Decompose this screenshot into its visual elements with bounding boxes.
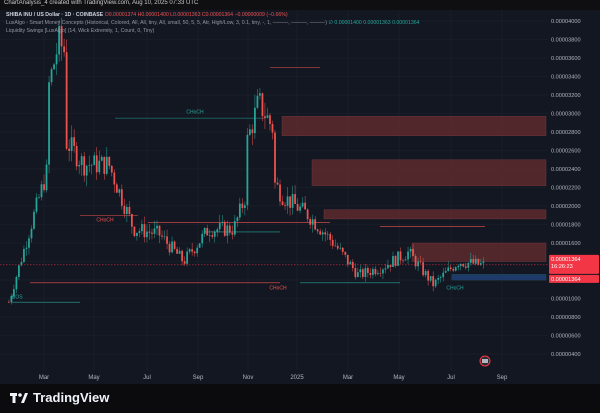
secondary-price-tag: 0.00001364 <box>549 274 599 283</box>
time-tick-label: Mar <box>343 375 353 381</box>
legend-symbol-row: SHIBA INU / US Dollar · 1D · COINBASE O0… <box>6 12 288 18</box>
time-tick-label: Mar <box>39 375 49 381</box>
choch-label: CHoCH <box>96 218 114 224</box>
current-price-tag: 0.0000136416:26:23 <box>549 254 599 274</box>
candle[interactable] <box>394 254 397 268</box>
choch-label: CHoCH <box>446 285 464 291</box>
secondary-price-value: 0.00001364 <box>551 277 581 283</box>
time-tick-label: Nov <box>243 375 254 381</box>
price-axis[interactable]: 0.00004000 0.00003800 0.00003600 0.00003400… <box>548 10 600 370</box>
indicator-smc-label: LuxAlgo - Smart Money Concepts (Historic… <box>6 20 327 26</box>
choch-label: CHoCH <box>269 285 287 291</box>
candle[interactable] <box>48 76 50 174</box>
candle[interactable] <box>173 240 176 251</box>
price-tick-label: 0.00003600 <box>551 56 581 62</box>
candle[interactable] <box>133 226 136 238</box>
candle[interactable] <box>397 251 399 266</box>
time-tick-label: 2025 <box>290 375 304 381</box>
supply-zone[interactable] <box>411 242 547 262</box>
price-tick-label: 0.00001800 <box>551 223 581 229</box>
time-tick-label: Jul <box>143 375 151 381</box>
candle[interactable] <box>33 209 35 231</box>
price-tick-label: 0.00003400 <box>551 75 581 81</box>
go-to-realtime-icon[interactable] <box>479 355 491 367</box>
time-tick-label: Jul <box>447 375 455 381</box>
price-tick-label: 0.00002600 <box>551 149 581 155</box>
price-tick-label: 0.00002200 <box>551 186 581 192</box>
ohlc-values: O0.00001374 H0.00001400 L0.00001363 C0.0… <box>104 12 288 18</box>
price-tick-label: 0.00003000 <box>551 112 581 118</box>
header-bar: ChartAnalysis_4 created with TradingView… <box>0 0 600 10</box>
legend-indicator-2[interactable]: Liquidity Swings [LuxAlgo] (14, Wick Ext… <box>6 28 154 34</box>
candle[interactable] <box>65 39 68 151</box>
indicator-liquidity-label: Liquidity Swings [LuxAlgo] (14, Wick Ext… <box>6 28 155 34</box>
legend-indicator-1[interactable]: LuxAlgo - Smart Money Concepts (Historic… <box>6 20 419 26</box>
brand-name: TradingView <box>33 390 110 405</box>
price-tick-label: 0.00000800 <box>551 315 581 321</box>
indicator-smc-values: ∅ 0.00001400 0.00001363 0.00001364 <box>328 20 420 26</box>
time-tick-label: May <box>393 375 404 381</box>
tradingview-logo[interactable]: TradingView <box>10 390 109 405</box>
current-price-value: 0.00001364 <box>551 257 581 263</box>
symbol-label[interactable]: SHIBA INU / US Dollar · 1D · COINBASE <box>6 12 103 18</box>
candle[interactable] <box>198 243 201 249</box>
price-chart[interactable]: CHoCH CHoCH CHoCH CHoCH BOS <box>0 10 548 370</box>
countdown-timer: 16:26:23 <box>551 264 573 270</box>
price-tick-label: 0.00004000 <box>551 19 581 25</box>
supply-zone[interactable] <box>311 159 547 186</box>
time-tick-label: Sep <box>193 375 204 381</box>
candle[interactable] <box>223 220 226 237</box>
candle[interactable] <box>246 128 249 211</box>
candle[interactable] <box>274 129 276 189</box>
time-axis[interactable]: Mar May Jul Sep Nov 2025 Mar May Jul Sep <box>0 370 548 384</box>
time-tick-label: May <box>88 375 99 381</box>
header-title: ChartAnalysis_4 created with TradingView… <box>4 0 199 6</box>
bos-label: BOS <box>12 295 23 301</box>
price-tick-label: 0.00003200 <box>551 93 581 99</box>
supply-zone[interactable] <box>281 116 547 136</box>
price-tick-label: 0.00001600 <box>551 241 581 247</box>
price-tick-label: 0.00003800 <box>551 38 581 44</box>
candle[interactable] <box>75 141 78 171</box>
price-tick-label: 0.00000600 <box>551 334 581 340</box>
candle[interactable] <box>477 258 480 266</box>
price-tick-label: 0.00001000 <box>551 297 581 303</box>
tradingview-mark-icon <box>10 392 28 403</box>
choch-label: CHoCH <box>186 110 204 116</box>
price-tick-label: 0.00000400 <box>551 352 581 358</box>
demand-zone-blue[interactable] <box>452 274 546 280</box>
footer: TradingView <box>0 384 600 413</box>
price-tick-label: 0.00002800 <box>551 130 581 136</box>
price-tick-label: 0.00002400 <box>551 167 581 173</box>
price-tick-label: 0.00002000 <box>551 204 581 210</box>
supply-zone[interactable] <box>323 209 547 220</box>
time-tick-label: Sep <box>497 375 508 381</box>
